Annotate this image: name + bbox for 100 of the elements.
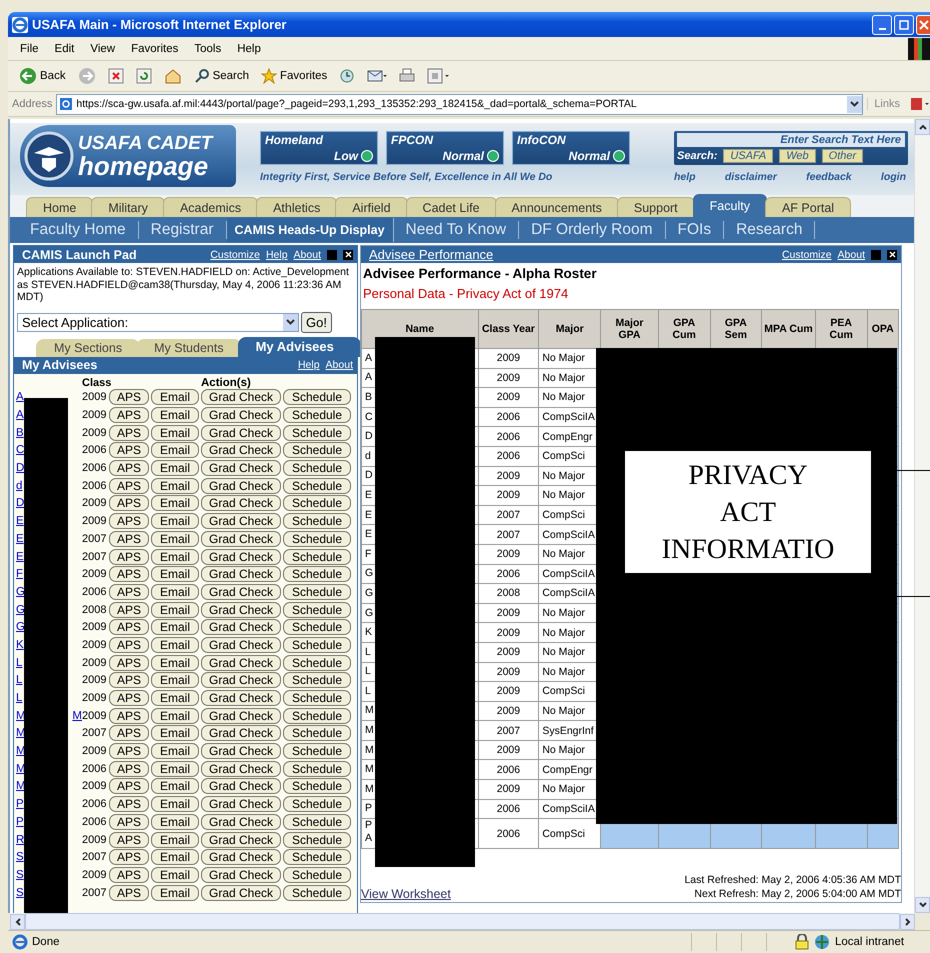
- nav-tab[interactable]: Athletics: [256, 197, 338, 217]
- action-button[interactable]: APS: [109, 866, 149, 883]
- advisee-name-link[interactable]: E: [16, 550, 24, 563]
- maximize-button[interactable]: [894, 14, 914, 34]
- action-button[interactable]: Email: [151, 584, 199, 600]
- menu-item[interactable]: Tools: [186, 42, 230, 54]
- action-button[interactable]: Email: [151, 495, 199, 512]
- action-button[interactable]: Grad Check: [201, 866, 281, 883]
- action-button[interactable]: Email: [151, 884, 199, 901]
- nav-tab[interactable]: Support: [616, 197, 695, 217]
- action-button[interactable]: APS: [109, 636, 149, 653]
- action-button[interactable]: Schedule: [283, 389, 351, 406]
- portlet-link[interactable]: Customize: [210, 248, 260, 260]
- action-button[interactable]: Schedule: [283, 460, 351, 476]
- minimize-button[interactable]: [872, 14, 892, 34]
- action-button[interactable]: Email: [151, 814, 199, 830]
- action-button[interactable]: Email: [151, 548, 199, 565]
- sub-nav-tab[interactable]: Research: [724, 221, 816, 239]
- action-button[interactable]: Schedule: [283, 725, 351, 742]
- advisee-name-link[interactable]: L: [16, 674, 22, 686]
- menu-item[interactable]: File: [12, 42, 47, 54]
- action-button[interactable]: Schedule: [283, 602, 351, 618]
- action-button[interactable]: Schedule: [283, 884, 351, 901]
- action-button[interactable]: Grad Check: [201, 407, 281, 424]
- action-button[interactable]: Email: [151, 424, 199, 441]
- menu-item[interactable]: View: [82, 42, 124, 54]
- sub-nav-tab[interactable]: DF Orderly Room: [519, 221, 666, 239]
- advisee-name-link[interactable]: G: [16, 586, 25, 598]
- action-button[interactable]: Grad Check: [201, 884, 281, 901]
- advisee-name-link[interactable]: P: [16, 798, 24, 810]
- advisee-name-link[interactable]: E: [16, 515, 24, 528]
- action-button[interactable]: Email: [151, 602, 199, 618]
- action-button[interactable]: Grad Check: [201, 636, 281, 653]
- action-button[interactable]: Schedule: [283, 672, 351, 688]
- action-button[interactable]: APS: [109, 424, 149, 441]
- nav-tab[interactable]: Military: [91, 197, 165, 217]
- vertical-scrollbar[interactable]: [914, 119, 930, 913]
- action-button[interactable]: Email: [151, 796, 199, 812]
- action-button[interactable]: APS: [109, 708, 149, 724]
- advisee-name-link[interactable]: D: [16, 462, 24, 474]
- action-button[interactable]: Schedule: [283, 796, 351, 812]
- action-button[interactable]: APS: [109, 530, 149, 547]
- action-button[interactable]: APS: [109, 654, 149, 671]
- action-button[interactable]: Schedule: [283, 442, 351, 458]
- portlet-link[interactable]: About: [294, 248, 321, 260]
- action-button[interactable]: Schedule: [283, 832, 351, 848]
- action-button[interactable]: Email: [151, 672, 199, 688]
- advisee-name-link[interactable]: E: [16, 532, 24, 545]
- action-button[interactable]: Email: [151, 636, 199, 653]
- action-button[interactable]: Schedule: [283, 513, 351, 530]
- nav-tab[interactable]: Cadet Life: [406, 197, 497, 217]
- action-button[interactable]: Grad Check: [201, 654, 281, 671]
- action-button[interactable]: Grad Check: [201, 849, 281, 866]
- action-button[interactable]: Email: [151, 442, 199, 458]
- action-button[interactable]: APS: [109, 832, 149, 848]
- action-button[interactable]: Schedule: [283, 636, 351, 653]
- action-button[interactable]: Email: [151, 743, 199, 760]
- toolbar-button[interactable]: Favorites: [256, 68, 332, 84]
- scroll-right-icon[interactable]: [904, 918, 910, 926]
- action-button[interactable]: Grad Check: [201, 832, 281, 848]
- action-button[interactable]: APS: [109, 478, 149, 494]
- advisee-name-link[interactable]: S: [16, 851, 24, 864]
- menu-item[interactable]: Favorites: [123, 42, 186, 54]
- search-scope-button[interactable]: Web: [779, 149, 816, 163]
- action-button[interactable]: APS: [109, 725, 149, 742]
- go-button[interactable]: Go!: [301, 312, 332, 332]
- action-button[interactable]: APS: [109, 566, 149, 582]
- action-button[interactable]: APS: [109, 884, 149, 901]
- action-button[interactable]: Grad Check: [201, 602, 281, 618]
- action-button[interactable]: Grad Check: [201, 584, 281, 600]
- header-link[interactable]: help: [674, 171, 696, 183]
- action-button[interactable]: Schedule: [283, 566, 351, 582]
- action-button[interactable]: Email: [151, 708, 199, 724]
- action-button[interactable]: Grad Check: [201, 708, 281, 724]
- acrobat-icon[interactable]: [910, 96, 930, 112]
- close-icon[interactable]: [887, 250, 897, 260]
- action-button[interactable]: APS: [109, 743, 149, 760]
- advisee-name-link[interactable]: R: [16, 834, 24, 846]
- action-button[interactable]: APS: [109, 389, 149, 406]
- search-scope-button[interactable]: USAFA: [723, 149, 774, 163]
- close-button[interactable]: [916, 14, 930, 34]
- action-button[interactable]: Schedule: [283, 708, 351, 724]
- toolbar-button[interactable]: Back: [14, 67, 71, 85]
- action-button[interactable]: APS: [109, 513, 149, 530]
- advisee-name-link[interactable]: G: [16, 604, 25, 616]
- search-scope-button[interactable]: Other: [822, 149, 864, 163]
- action-button[interactable]: Grad Check: [201, 619, 281, 636]
- portlet-link[interactable]: About: [838, 248, 865, 260]
- action-button[interactable]: Schedule: [283, 584, 351, 600]
- action-button[interactable]: Email: [151, 513, 199, 530]
- portlet-link[interactable]: About: [326, 359, 353, 371]
- action-button[interactable]: Email: [151, 389, 199, 406]
- action-button[interactable]: Email: [151, 407, 199, 424]
- horizontal-scrollbar[interactable]: [10, 913, 915, 930]
- action-button[interactable]: Grad Check: [201, 814, 281, 830]
- advisee-name-link[interactable]: L: [16, 692, 22, 704]
- sub-nav-tab[interactable]: Faculty Home: [18, 221, 139, 239]
- action-button[interactable]: APS: [109, 796, 149, 812]
- action-button[interactable]: Schedule: [283, 760, 351, 777]
- advisee-name-link[interactable]: d: [16, 480, 22, 492]
